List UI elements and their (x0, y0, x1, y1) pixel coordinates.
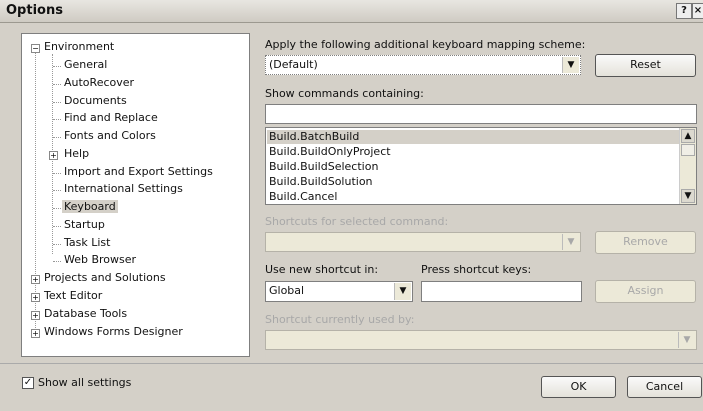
expand-text-editor-icon[interactable]: + (31, 293, 40, 302)
tree-node-documents[interactable]: Documents (64, 94, 127, 107)
list-item[interactable]: Build.BuildSelection (269, 160, 378, 174)
window-title: Options (6, 3, 63, 18)
tree-node-text-editor[interactable]: Text Editor (44, 289, 102, 302)
chevron-down-icon[interactable]: ▼ (394, 283, 411, 300)
scroll-up-icon[interactable]: ▲ (681, 129, 695, 143)
tree-node-help[interactable]: Help (64, 147, 89, 160)
use-new-shortcut-value: Global (269, 284, 305, 297)
remove-button[interactable]: Remove (595, 231, 696, 254)
list-item[interactable]: Build.BuildOnlyProject (269, 145, 391, 159)
tree-node-autorecover[interactable]: AutoRecover (64, 76, 134, 89)
commands-list[interactable]: Build.BatchBuild Build.BuildOnlyProject … (265, 127, 697, 205)
tree-node-startup[interactable]: Startup (64, 218, 105, 231)
tree-node-keyboard[interactable]: Keyboard (62, 200, 118, 213)
cancel-button[interactable]: Cancel (627, 376, 702, 398)
help-icon[interactable]: ? (676, 3, 692, 19)
press-shortcut-keys-input[interactable] (421, 281, 582, 302)
show-all-settings-label[interactable]: Show all settings (38, 376, 131, 389)
tree-node-fonts-and-colors[interactable]: Fonts and Colors (64, 129, 156, 142)
tree-node-import-export[interactable]: Import and Export Settings (64, 165, 213, 178)
scroll-down-icon[interactable]: ▼ (681, 189, 695, 203)
expand-windows-forms-icon[interactable]: + (31, 329, 40, 338)
currently-used-label: Shortcut currently used by: (265, 313, 415, 326)
command-search-input[interactable] (265, 104, 697, 124)
press-shortcut-keys-label: Press shortcut keys: (421, 263, 532, 276)
reset-button[interactable]: Reset (595, 54, 696, 77)
expand-projects-icon[interactable]: + (31, 275, 40, 284)
tree-node-projects-and-solutions[interactable]: Projects and Solutions (44, 271, 166, 284)
commands-scrollbar[interactable]: ▲ ▼ (679, 128, 696, 204)
scroll-thumb[interactable] (681, 144, 695, 156)
show-commands-label: Show commands containing: (265, 87, 424, 100)
currently-used-select[interactable]: ▼ (265, 330, 697, 350)
divider (0, 363, 703, 364)
list-item[interactable]: Build.Cancel (269, 190, 337, 204)
close-icon[interactable]: × (692, 3, 703, 19)
expand-database-tools-icon[interactable]: + (31, 311, 40, 320)
title-bar: Options ? × (0, 0, 703, 23)
chevron-down-icon[interactable]: ▼ (562, 57, 579, 73)
shortcuts-select[interactable]: ▼ (265, 232, 581, 252)
shortcuts-for-command-label: Shortcuts for selected command: (265, 215, 449, 228)
use-new-shortcut-select[interactable]: Global ▼ (265, 281, 413, 302)
collapse-environment-icon[interactable]: − (31, 44, 40, 53)
list-item[interactable]: Build.BatchBuild (267, 130, 679, 144)
tree-node-windows-forms-designer[interactable]: Windows Forms Designer (44, 325, 183, 338)
ok-button[interactable]: OK (541, 376, 616, 398)
mapping-scheme-select[interactable]: (Default) ▼ (265, 55, 581, 75)
chevron-down-icon: ▼ (562, 234, 579, 250)
chevron-down-icon: ▼ (678, 332, 695, 348)
options-tree[interactable]: − Environment General AutoRecover Docume… (21, 33, 250, 357)
list-item[interactable]: Build.BuildSolution (269, 175, 373, 189)
assign-button[interactable]: Assign (595, 280, 696, 303)
tree-node-web-browser[interactable]: Web Browser (64, 253, 136, 266)
tree-node-general[interactable]: General (64, 58, 107, 71)
tree-node-database-tools[interactable]: Database Tools (44, 307, 127, 320)
use-new-shortcut-label: Use new shortcut in: (265, 263, 379, 276)
mapping-scheme-value: (Default) (269, 58, 318, 71)
tree-node-task-list[interactable]: Task List (64, 236, 110, 249)
expand-help-icon[interactable]: + (49, 151, 58, 160)
tree-node-international[interactable]: International Settings (64, 182, 183, 195)
tree-node-find-and-replace[interactable]: Find and Replace (64, 111, 158, 124)
show-all-settings-checkbox[interactable]: ✓ (22, 377, 34, 389)
tree-node-environment[interactable]: Environment (44, 40, 114, 53)
mapping-scheme-label: Apply the following additional keyboard … (265, 38, 586, 51)
